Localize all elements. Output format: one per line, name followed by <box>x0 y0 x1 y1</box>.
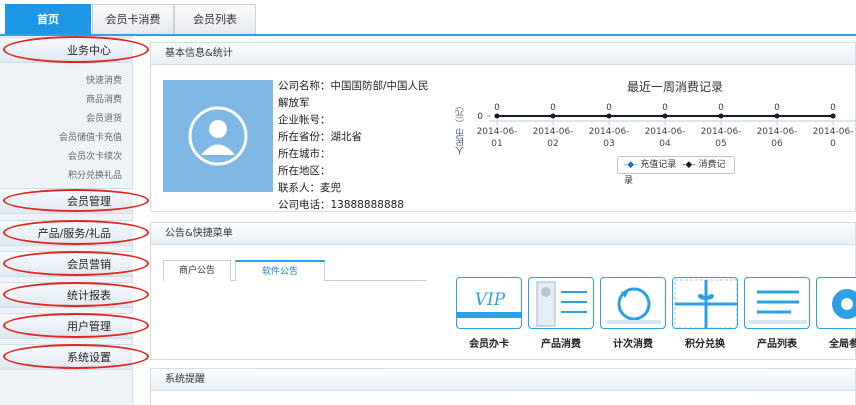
sidebar-item-quick-consume[interactable]: 快速消费 <box>86 73 122 86</box>
data-point <box>718 113 724 119</box>
data-point <box>662 113 668 119</box>
avatar <box>163 80 273 192</box>
notice-panel-title: 公告&快捷菜单 <box>151 223 855 245</box>
sidebar-section-user-management[interactable]: 用户管理 <box>0 313 133 339</box>
company-name-cont: 解放军 <box>278 97 310 109</box>
product-consume-button[interactable] <box>528 277 594 329</box>
data-label: 0 <box>662 103 668 113</box>
company-contact: 联系人：麦兜 <box>278 182 341 194</box>
sidebar-item-product-consume[interactable]: 商品消费 <box>86 92 122 105</box>
x-tick-label: 06 <box>771 139 783 149</box>
sidebar: 业务中心 快速消费 商品消费 会员退货 会员储值卡充值 会员次卡续次 积分兑换礼… <box>0 36 133 405</box>
x-tick-label: 2014-06- <box>477 127 518 137</box>
sidebar-section-business-center[interactable]: 业务中心 <box>0 37 133 63</box>
x-tick-label: 01 <box>491 139 502 149</box>
sidebar-item-card-recharge[interactable]: 会员储值卡充值 <box>59 130 122 143</box>
product-consume-label: 产品消费 <box>541 339 581 350</box>
sidebar-section-system-settings[interactable]: 系统设置 <box>0 344 133 370</box>
gear-icon <box>832 289 856 319</box>
x-tick-label: 2014-06- <box>533 127 574 137</box>
sidebar-item-count-renew[interactable]: 会员次卡续次 <box>68 149 122 162</box>
x-tick-label: 02 <box>547 139 558 149</box>
tab-card-consumption[interactable]: 会员卡消费 <box>92 4 174 34</box>
sidebar-item-member-return[interactable]: 会员退货 <box>86 111 122 124</box>
chart-legend: -◆- 充值记录 -◆- 消费记录 <box>617 156 735 186</box>
tab-merchant-notice[interactable]: 商户公告 <box>163 260 231 281</box>
gift-box-icon <box>674 279 737 328</box>
tab-member-list[interactable]: 会员列表 <box>174 4 256 34</box>
sidebar-section-reports[interactable]: 统计报表 <box>0 282 133 308</box>
sidebar-section-member-management[interactable]: 会员管理 <box>0 188 133 214</box>
x-tick-label: 05 <box>715 139 726 149</box>
data-label: 0 <box>718 103 724 113</box>
x-tick-label: 2014-06- <box>645 127 686 137</box>
reminder-panel-title: 系统提醒 <box>151 369 855 391</box>
reminder-panel: 系统提醒 <box>150 368 856 405</box>
info-panel: 基本信息&统计 公司名称：中国国防部/中国人民 解放军 企业帐号： 所在省份：湖… <box>150 42 856 212</box>
data-label: 0 <box>494 103 500 113</box>
refresh-cycle-icon <box>607 287 661 324</box>
data-point <box>830 113 836 119</box>
tab-home[interactable]: 首页 <box>5 4 91 34</box>
member-card-label: 会员办卡 <box>469 339 509 350</box>
info-panel-title: 基本信息&统计 <box>151 43 855 65</box>
list-icon <box>749 290 807 324</box>
tab-software-notice[interactable]: 软件公告 <box>235 260 325 281</box>
product-list-button[interactable] <box>744 277 810 329</box>
data-label: 0 <box>606 103 612 113</box>
x-tick-label: 2014-06- <box>589 127 630 137</box>
company-account: 企业帐号： <box>278 114 331 126</box>
global-params-button[interactable] <box>816 277 856 329</box>
data-label: 0 <box>550 103 556 113</box>
company-name: 公司名称：中国国防部/中国人民 <box>278 80 429 92</box>
member-card-button[interactable]: VIP <box>456 277 522 329</box>
points-exchange-button[interactable] <box>672 277 738 329</box>
data-point <box>494 113 500 119</box>
company-province: 所在省份：湖北省 <box>278 131 362 143</box>
data-point <box>606 113 612 119</box>
y-tick-label: 0 <box>477 112 483 122</box>
x-tick-label: 04 <box>659 139 671 149</box>
x-tick-label: 2014-06- <box>757 127 798 137</box>
user-silhouette-icon <box>188 106 248 166</box>
product-list-label: 产品列表 <box>757 339 797 350</box>
data-point <box>774 113 780 119</box>
sidebar-section-member-marketing[interactable]: 会员营销 <box>0 251 133 277</box>
legend-marker-consume: -◆- <box>682 160 696 170</box>
top-tab-bar: 首页 会员卡消费 会员列表 <box>0 0 856 36</box>
x-tick-label: 2014-06- <box>701 127 742 137</box>
global-params-label: 全局参数 <box>829 339 856 350</box>
vip-text: VIP <box>475 290 506 310</box>
x-tick-label: 03 <box>603 139 614 149</box>
legend-label-recharge[interactable]: 充值记录 <box>640 160 676 170</box>
x-tick-label: 2014-06- <box>813 127 854 137</box>
vip-card-icon: VIP <box>457 290 521 318</box>
company-district: 所在地区： <box>278 165 331 177</box>
data-point <box>550 113 556 119</box>
points-exchange-label: 积分兑换 <box>685 339 725 350</box>
data-label: 0 <box>774 103 780 113</box>
company-city: 所在城市： <box>278 148 331 160</box>
legend-marker-recharge: -◆- <box>624 160 638 170</box>
company-phone: 公司电话：13888888888 <box>278 199 404 211</box>
chart-title: 最近一周消费记录 <box>627 80 724 94</box>
x-tick-label: 0 <box>830 139 836 149</box>
receipt-gear-icon <box>536 281 587 327</box>
count-consume-button[interactable] <box>600 277 666 329</box>
count-consume-label: 计次消费 <box>613 339 653 350</box>
notice-panel: 公告&快捷菜单 商户公告 软件公告 VIP 会员办卡 产品消费 计次消费 积分兑… <box>150 222 856 360</box>
line-chart: 0 0 2014-06- 01 0 2014-06- 02 0 2014-06- 03 0 2014-… <box>477 103 856 149</box>
sidebar-item-points-gift[interactable]: 积分兑换礼品 <box>68 168 122 181</box>
data-label: 0 <box>830 103 836 113</box>
sidebar-section-products[interactable]: 产品/服务/礼品 <box>0 220 133 246</box>
